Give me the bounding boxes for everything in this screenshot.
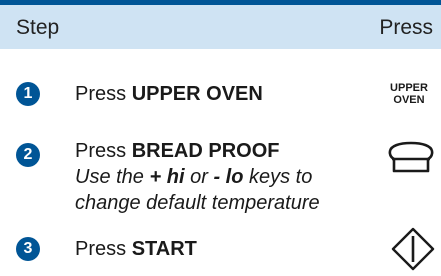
table-header: Step Press (0, 5, 441, 49)
press-column-header: Press (379, 16, 433, 39)
step-2-text: Press BREAD PROOF Use the + hi or - lo k… (75, 140, 320, 214)
step-3-text: Press START (75, 238, 197, 260)
step-2-note-line-1: Use the + hi or - lo keys to (75, 166, 313, 188)
step-2-number: 2 (16, 143, 40, 167)
step-2-note-line-2: change default temperature (75, 192, 320, 214)
bread-loaf-icon (388, 141, 434, 173)
step-column-header: Step (16, 16, 60, 39)
step-1-text: Press UPPER OVEN (75, 83, 263, 105)
start-diamond-icon (391, 227, 435, 271)
step-3-number: 3 (16, 237, 40, 261)
upper-oven-key-label: UPPER OVEN (390, 82, 428, 106)
step-1-number: 1 (16, 82, 40, 106)
